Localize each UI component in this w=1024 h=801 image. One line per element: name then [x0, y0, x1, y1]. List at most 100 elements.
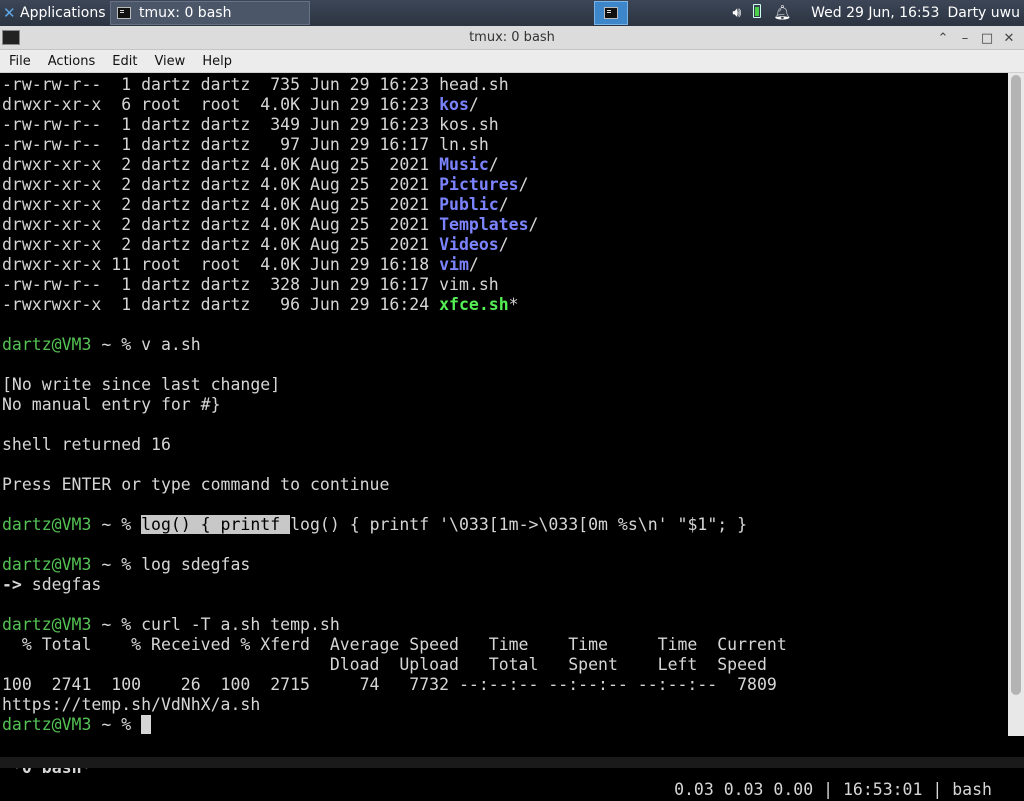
taskbar-label: tmux: 0 bash	[139, 5, 232, 21]
file-name: vim.sh	[439, 275, 499, 294]
bottom-strip	[0, 757, 1024, 768]
window-titlebar[interactable]: tmux: 0 bash ⌃ – □ ✕	[0, 26, 1024, 50]
file-name: Music	[439, 155, 489, 174]
applications-label: Applications	[20, 5, 106, 21]
ls-row: drwxr-xr-x 2 dartz dartz 4.0K Aug 25 202…	[2, 235, 509, 255]
file-meta: drwxr-xr-x 2 dartz dartz 4.0K Aug 25 202…	[2, 215, 440, 234]
output-line: [No write since last change]	[2, 375, 281, 394]
ls-row: drwxr-xr-x 11 root root 4.0K Jun 29 16:1…	[2, 255, 479, 275]
file-meta: drwxr-xr-x 2 dartz dartz 4.0K Aug 25 202…	[2, 175, 440, 194]
menu-help[interactable]: Help	[193, 54, 240, 69]
close-icon[interactable]: ✕	[998, 28, 1020, 48]
file-meta: -rw-rw-r-- 1 dartz dartz 97 Jun 29 16:17	[2, 135, 440, 154]
output-line: -> sdegfas	[2, 575, 102, 594]
file-meta: drwxr-xr-x 2 dartz dartz 4.0K Aug 25 202…	[2, 155, 440, 174]
file-suffix: /	[518, 175, 529, 194]
menu-view[interactable]: View	[145, 54, 193, 69]
terminal-icon	[117, 7, 131, 19]
ls-row: -rwxrwxr-x 1 dartz dartz 96 Jun 29 16:24…	[2, 295, 519, 315]
file-meta: -rw-rw-r-- 1 dartz dartz 349 Jun 29 16:2…	[2, 115, 440, 134]
file-meta: -rw-rw-r-- 1 dartz dartz 735 Jun 29 16:2…	[2, 75, 440, 94]
file-name: Templates	[439, 215, 529, 234]
file-name: Public	[439, 195, 499, 214]
command: curl -T a.sh temp.sh	[141, 615, 340, 634]
terminal-output[interactable]: -rw-rw-r-- 1 dartz dartz 735 Jun 29 16:2…	[0, 73, 1008, 736]
maximize-icon[interactable]: □	[976, 28, 998, 48]
file-suffix: /	[528, 215, 539, 234]
prompt: dartz@VM3	[2, 715, 92, 734]
ls-row: -rw-rw-r-- 1 dartz dartz 349 Jun 29 16:2…	[2, 115, 499, 135]
curl-header-line: % Total % Received % Xferd Average Speed…	[2, 635, 787, 654]
taskbar-terminal-button[interactable]: tmux: 0 bash	[110, 1, 310, 25]
prompt-line: dartz@VM3 ~ % v a.sh	[2, 335, 201, 354]
file-name: Videos	[439, 235, 499, 254]
file-meta: drwxr-xr-x 11 root root 4.0K Jun 29 16:1…	[2, 255, 440, 274]
applications-menu-button[interactable]: ✕ Applications	[0, 0, 106, 26]
output-line: shell returned 16	[2, 435, 171, 454]
file-suffix: /	[498, 195, 509, 214]
tmux-status-right: 0.03 0.03 0.00 | 16:53:01 | bash	[674, 780, 992, 799]
file-meta: -rwxrwxr-x 1 dartz dartz 96 Jun 29 16:24	[2, 295, 440, 314]
ls-row: drwxr-xr-x 2 dartz dartz 4.0K Aug 25 202…	[2, 175, 529, 195]
prompt-line: dartz@VM3 ~ %	[2, 715, 152, 735]
xfce-logo-icon: ✕	[3, 4, 16, 22]
output-line: No manual entry for #}	[2, 395, 221, 414]
terminal-icon	[604, 7, 618, 19]
ls-row: -rw-rw-r-- 1 dartz dartz 328 Jun 29 16:1…	[2, 275, 499, 295]
ls-row: drwxr-xr-x 2 dartz dartz 4.0K Aug 25 202…	[2, 155, 499, 175]
file-meta: drwxr-xr-x 2 dartz dartz 4.0K Aug 25 202…	[2, 195, 440, 214]
file-name: kos	[439, 95, 469, 114]
file-meta: -rw-rw-r-- 1 dartz dartz 328 Jun 29 16:1…	[2, 275, 440, 294]
ls-row: -rw-rw-r-- 1 dartz dartz 735 Jun 29 16:2…	[2, 75, 509, 95]
volume-icon[interactable]: 🔊︎	[732, 5, 741, 21]
menubar: File Actions Edit View Help	[0, 50, 1024, 73]
menu-file[interactable]: File	[0, 54, 39, 69]
minimize-icon[interactable]: –	[954, 28, 976, 48]
ls-row: -rw-rw-r-- 1 dartz dartz 97 Jun 29 16:17…	[2, 135, 489, 155]
battery-icon[interactable]	[753, 4, 762, 22]
menu-edit[interactable]: Edit	[103, 54, 145, 69]
ls-row: drwxr-xr-x 2 dartz dartz 4.0K Aug 25 202…	[2, 215, 538, 235]
ls-row: drwxr-xr-x 6 root root 4.0K Jun 29 16:23…	[2, 95, 479, 115]
file-name: kos.sh	[439, 115, 499, 134]
prompt: dartz@VM3	[2, 555, 92, 574]
notification-bell-icon[interactable]: 🔔︎	[773, 5, 791, 21]
file-name: xfce.sh	[439, 295, 509, 314]
load-average: 0.03 0.03 0.00	[674, 780, 814, 799]
user-menu[interactable]: Darty uwu	[947, 5, 1020, 21]
tmux-session-name: bash	[952, 780, 992, 799]
command: log sdegfas	[141, 555, 251, 574]
file-suffix: /	[498, 235, 509, 254]
file-meta: drwxr-xr-x 2 dartz dartz 4.0K Aug 25 202…	[2, 235, 440, 254]
selected-text: log() { printf	[141, 515, 291, 534]
file-name: vim	[439, 255, 469, 274]
curl-url-output: https://temp.sh/VdNhX/a.sh	[2, 695, 261, 714]
prompt: dartz@VM3	[2, 335, 92, 354]
prompt-line: dartz@VM3 ~ % log sdegfas	[2, 555, 251, 574]
tmux-clock: 16:53:01	[842, 780, 923, 799]
scrollbar-thumb[interactable]	[1011, 75, 1021, 695]
workspace-switcher-button[interactable]	[594, 1, 628, 25]
text-cursor[interactable]	[141, 715, 152, 734]
file-name: Pictures	[439, 175, 519, 194]
menu-actions[interactable]: Actions	[39, 54, 104, 69]
file-suffix: /	[468, 95, 479, 114]
window-title: tmux: 0 bash	[469, 30, 555, 45]
file-suffix: /	[488, 155, 499, 174]
command: log() { printf '\033[1m->\033[0m %s\n' "…	[290, 515, 748, 534]
file-suffix: /	[468, 255, 479, 274]
prompt: dartz@VM3	[2, 615, 92, 634]
file-meta: drwxr-xr-x 6 root root 4.0K Jun 29 16:23	[2, 95, 440, 114]
command: v a.sh	[141, 335, 201, 354]
top-panel: ✕ Applications tmux: 0 bash 🔊︎ 🔔︎ Wed 29…	[0, 0, 1024, 26]
curl-header-line: Dload Upload Total Spent Left Speed	[2, 655, 767, 674]
terminal-scrollbar[interactable]	[1008, 73, 1024, 736]
prompt: dartz@VM3	[2, 515, 92, 534]
prompt-line: dartz@VM3 ~ % log() { printf log() { pri…	[2, 515, 748, 534]
curl-progress-line: 100 2741 100 26 100 2715 74 7732 --:--:-…	[2, 675, 777, 694]
ls-row: drwxr-xr-x 2 dartz dartz 4.0K Aug 25 202…	[2, 195, 509, 215]
output-line: Press ENTER or type command to continue	[2, 475, 390, 494]
maximize-up-icon[interactable]: ⌃	[932, 28, 954, 48]
file-name: head.sh	[439, 75, 509, 94]
clock[interactable]: Wed 29 Jun, 16:53	[811, 5, 939, 21]
